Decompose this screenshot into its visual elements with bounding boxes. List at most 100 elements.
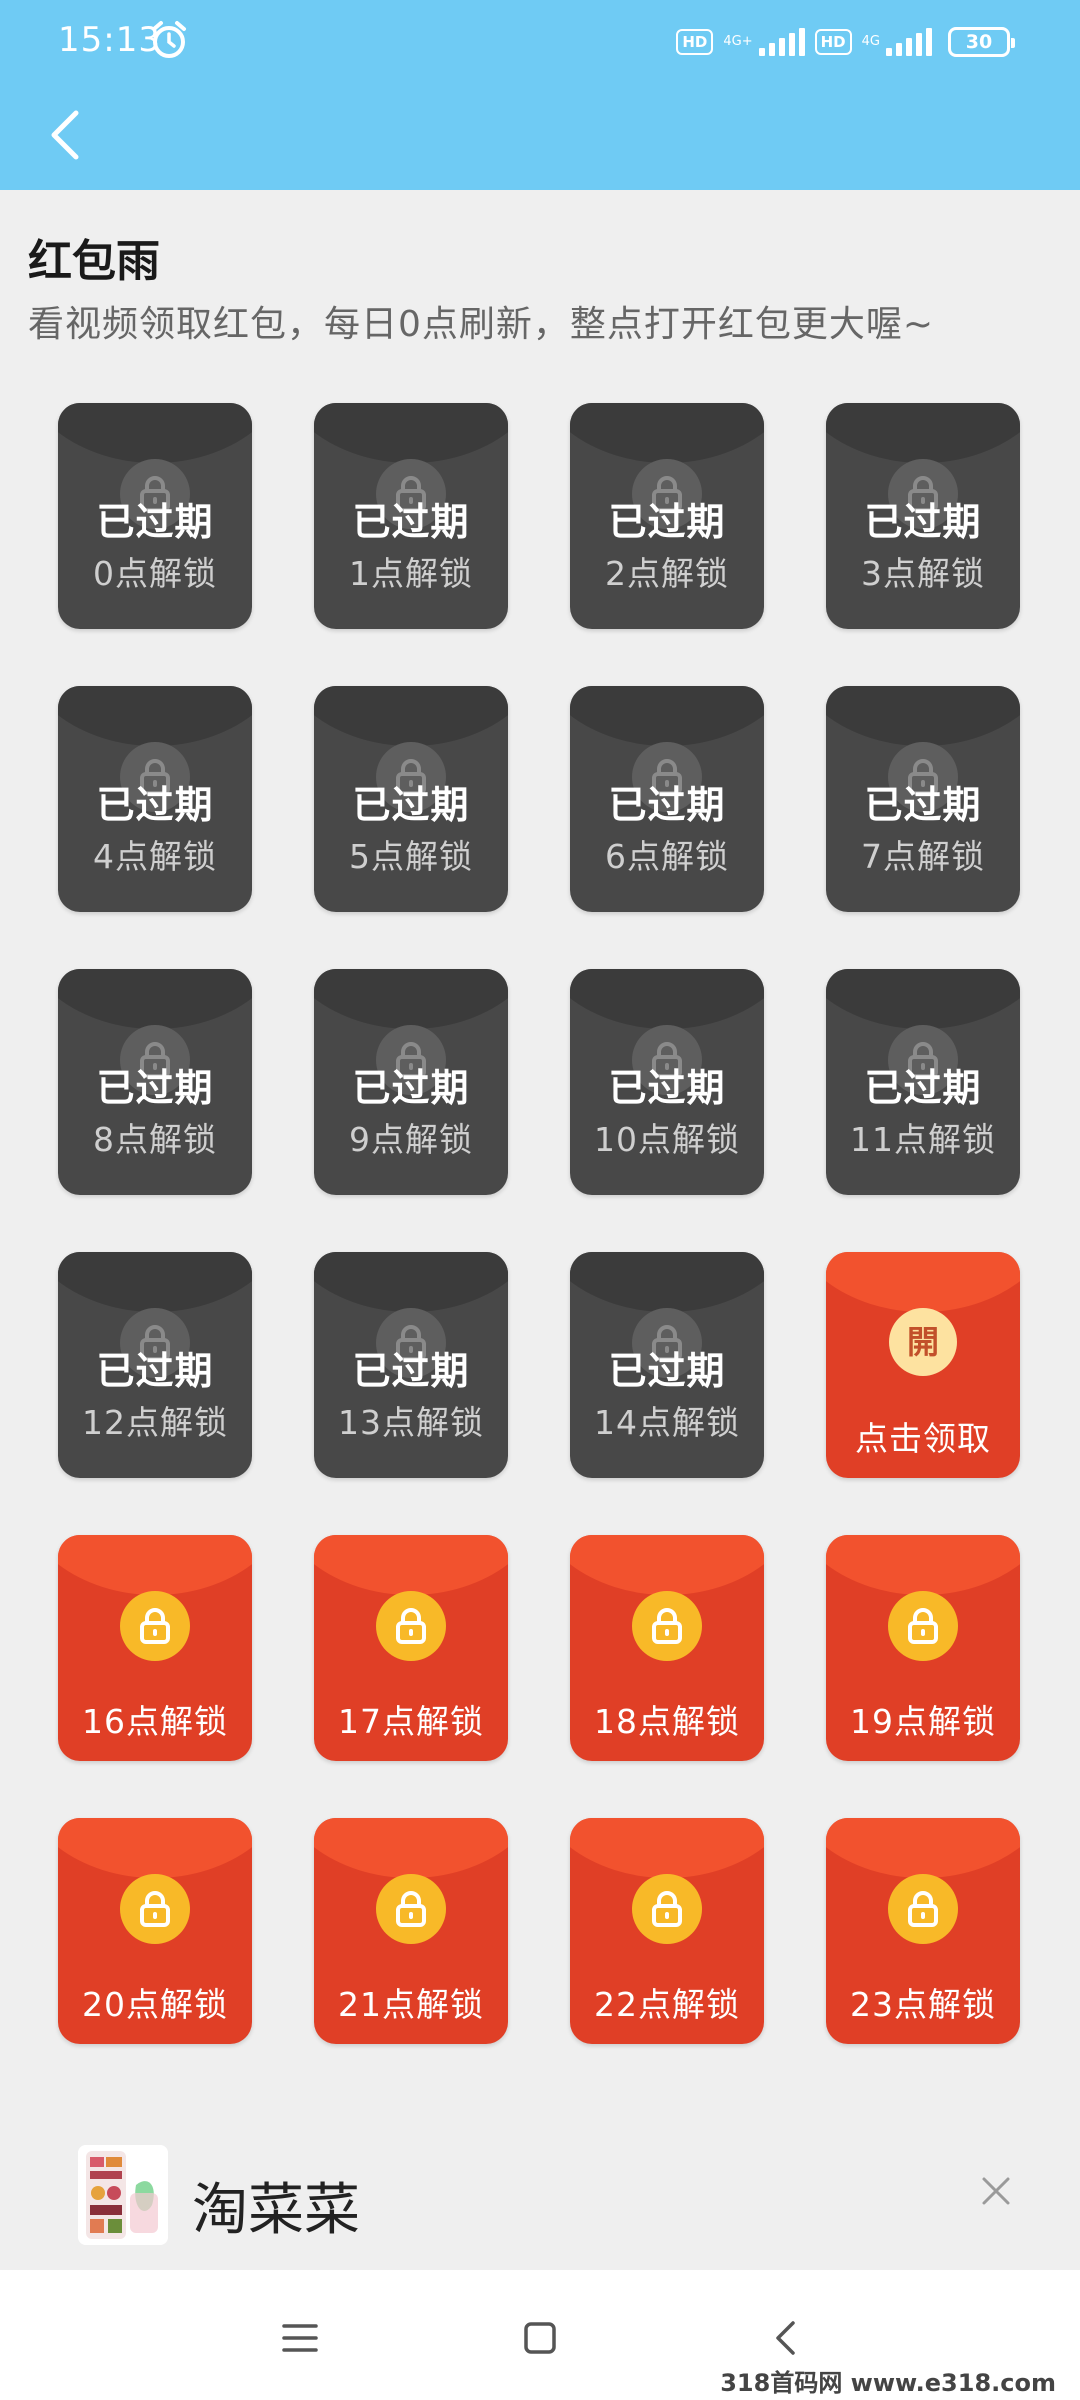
envelope-status: 已过期 <box>352 1349 470 1393</box>
red-envelope-card[interactable]: 已过期 13点解锁 <box>314 1252 508 1478</box>
red-envelope-card[interactable]: 已过期 0点解锁 <box>58 403 252 629</box>
envelope-status: 已过期 <box>608 1349 726 1393</box>
envelope-unlock-label: 0点解锁 <box>93 554 217 593</box>
envelope-unlock-label: 3点解锁 <box>861 554 985 593</box>
status-time: 15:13 <box>58 20 161 60</box>
envelope-unlock-label: 7点解锁 <box>861 837 985 876</box>
red-envelope-card[interactable]: 已过期 10点解锁 <box>570 969 764 1195</box>
envelope-status: 已过期 <box>864 783 982 827</box>
signal-strength-sim2-icon <box>886 28 932 56</box>
open-glyph: 開 <box>906 1323 939 1361</box>
red-envelope-grid: 已过期 0点解锁 已过期 1点解锁 已过期 2点解锁 已过期 3点解锁 已过期 4点解锁 已过期 5点… <box>58 403 1024 2044</box>
envelope-unlock-label: 16点解锁 <box>82 1702 228 1741</box>
envelope-unlock-label: 13点解锁 <box>338 1403 484 1442</box>
envelope-unlock-label: 22点解锁 <box>594 1985 740 2024</box>
ad-banner[interactable]: 淘菜菜 <box>0 2125 1080 2270</box>
lock-icon <box>120 1874 190 1944</box>
envelope-unlock-label: 9点解锁 <box>349 1120 473 1159</box>
envelope-status: 已过期 <box>96 1349 214 1393</box>
envelope-status: 已过期 <box>352 1066 470 1110</box>
back-triangle-icon <box>776 2321 795 2355</box>
envelope-status: 已过期 <box>864 1066 982 1110</box>
envelope-status: 已过期 <box>352 783 470 827</box>
envelope-status: 已过期 <box>608 1066 726 1110</box>
lock-icon <box>888 1874 958 1944</box>
red-envelope-card[interactable]: 17点解锁 <box>314 1535 508 1761</box>
envelope-unlock-label: 12点解锁 <box>82 1403 228 1442</box>
red-envelope-card[interactable]: 已过期 6点解锁 <box>570 686 764 912</box>
lock-icon <box>632 1874 702 1944</box>
envelope-status: 已过期 <box>96 1066 214 1110</box>
envelope-unlock-label: 6点解锁 <box>605 837 729 876</box>
red-envelope-card[interactable]: 16点解锁 <box>58 1535 252 1761</box>
envelope-unlock-label: 2点解锁 <box>605 554 729 593</box>
alarm-clock-icon <box>152 21 186 58</box>
red-envelope-rain-screen: 15:13 HD 4G+ HD 4G 30 红包雨 看视频领取红包，每日0点刷新… <box>0 0 1080 2400</box>
red-envelope-card[interactable]: 已过期 1点解锁 <box>314 403 508 629</box>
back-button[interactable] <box>30 100 100 170</box>
envelope-unlock-label: 19点解锁 <box>850 1702 996 1741</box>
envelope-unlock-label: 1点解锁 <box>349 554 473 593</box>
red-envelope-card[interactable]: 20点解锁 <box>58 1818 252 2044</box>
red-envelope-card[interactable]: 已过期 2点解锁 <box>570 403 764 629</box>
envelope-status: 已过期 <box>608 783 726 827</box>
hd-badge-sim2: HD <box>814 29 852 55</box>
lock-icon <box>376 1874 446 1944</box>
red-envelope-card[interactable]: 21点解锁 <box>314 1818 508 2044</box>
chevron-left-icon <box>51 110 79 160</box>
red-envelope-card[interactable]: 已过期 3点解锁 <box>826 403 1020 629</box>
envelope-unlock-label: 4点解锁 <box>93 837 217 876</box>
top-navbar <box>0 85 1080 190</box>
envelope-unlock-label: 18点解锁 <box>594 1702 740 1741</box>
envelope-unlock-label: 点击领取 <box>855 1419 991 1458</box>
envelope-unlock-label: 10点解锁 <box>594 1120 740 1159</box>
status-indicators: HD 4G+ HD 4G 30 <box>676 22 1015 62</box>
page-title: 红包雨 <box>28 236 160 287</box>
envelope-unlock-label: 17点解锁 <box>338 1702 484 1741</box>
red-envelope-card[interactable]: 已过期 7点解锁 <box>826 686 1020 912</box>
envelope-unlock-label: 20点解锁 <box>82 1985 228 2024</box>
menu-icon <box>282 2324 318 2352</box>
battery-level: 30 <box>965 31 993 53</box>
red-envelope-card[interactable]: 已过期 11点解锁 <box>826 969 1020 1195</box>
home-button[interactable] <box>510 2308 570 2368</box>
envelope-unlock-label: 5点解锁 <box>349 837 473 876</box>
red-envelope-claim-button[interactable]: 開点击领取 <box>826 1252 1020 1478</box>
signal-strength-sim1-icon <box>758 28 805 56</box>
envelope-unlock-label: 23点解锁 <box>850 1985 996 2024</box>
envelope-unlock-label: 14点解锁 <box>594 1403 740 1442</box>
envelope-status: 已过期 <box>864 500 982 544</box>
red-envelope-card[interactable]: 已过期 9点解锁 <box>314 969 508 1195</box>
red-envelope-card[interactable]: 22点解锁 <box>570 1818 764 2044</box>
system-back-button[interactable] <box>755 2308 815 2368</box>
red-envelope-card[interactable]: 已过期 5点解锁 <box>314 686 508 912</box>
lock-icon <box>632 1591 702 1661</box>
envelope-status: 已过期 <box>608 500 726 544</box>
red-envelope-card[interactable]: 19点解锁 <box>826 1535 1020 1761</box>
ad-app-thumbnail <box>78 2145 168 2245</box>
red-envelope-card[interactable]: 已过期 14点解锁 <box>570 1252 764 1478</box>
battery-icon: 30 <box>948 27 1015 57</box>
close-icon[interactable] <box>978 2173 1014 2209</box>
red-envelope-card[interactable]: 已过期 8点解锁 <box>58 969 252 1195</box>
home-square-icon <box>524 2322 556 2354</box>
recent-apps-button[interactable] <box>270 2308 330 2368</box>
envelope-status: 已过期 <box>96 783 214 827</box>
ad-title: 淘菜菜 <box>192 2178 360 2243</box>
hd-badge-sim1: HD <box>676 29 714 55</box>
lock-icon <box>888 1591 958 1661</box>
network-type-sim1: 4G+ <box>723 34 753 49</box>
red-envelope-card[interactable]: 23点解锁 <box>826 1818 1020 2044</box>
red-envelope-card[interactable]: 已过期 4点解锁 <box>58 686 252 912</box>
envelope-status: 已过期 <box>352 500 470 544</box>
envelope-unlock-label: 8点解锁 <box>93 1120 217 1159</box>
lock-icon <box>120 1591 190 1661</box>
open-coin-icon: 開 <box>889 1308 957 1376</box>
envelope-status: 已过期 <box>96 500 214 544</box>
envelope-unlock-label: 21点解锁 <box>338 1985 484 2024</box>
lock-icon <box>376 1591 446 1661</box>
red-envelope-card[interactable]: 已过期 12点解锁 <box>58 1252 252 1478</box>
status-bar: 15:13 HD 4G+ HD 4G 30 <box>0 0 1080 85</box>
network-type-sim2: 4G <box>861 34 880 49</box>
red-envelope-card[interactable]: 18点解锁 <box>570 1535 764 1761</box>
